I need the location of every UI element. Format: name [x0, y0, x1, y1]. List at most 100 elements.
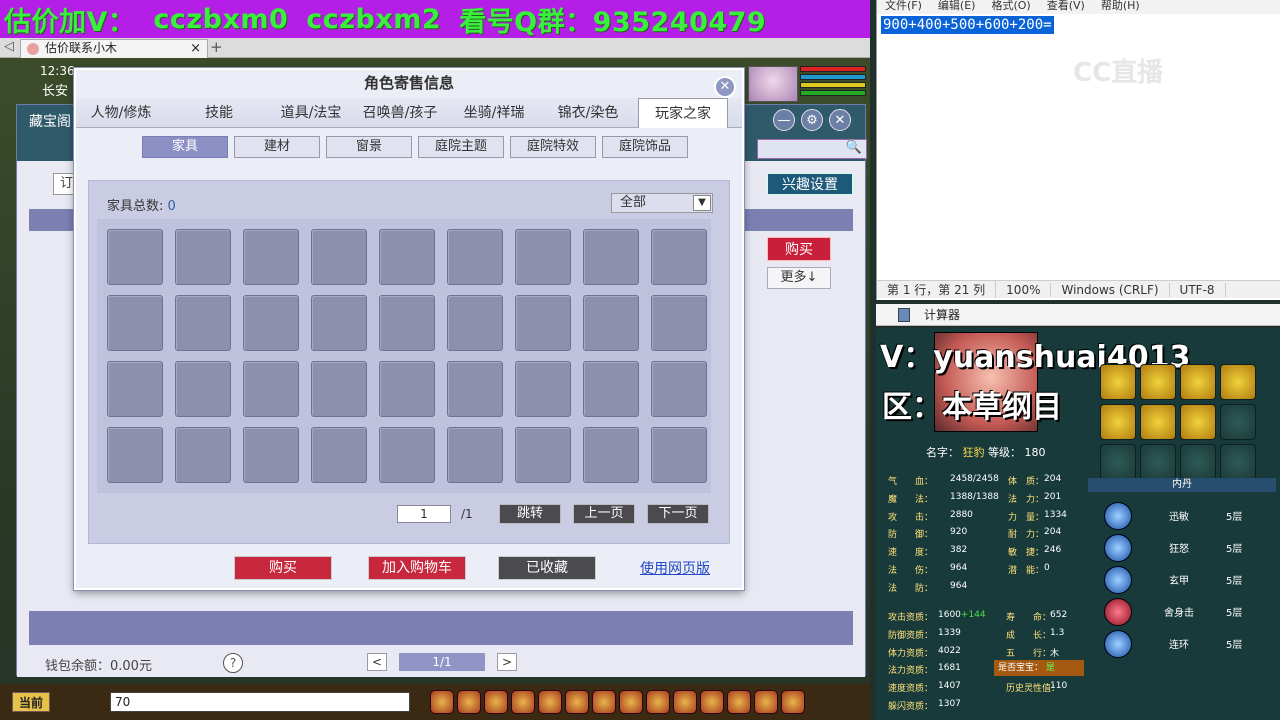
item-slot[interactable]	[243, 361, 299, 417]
shortcut-icon[interactable]	[592, 690, 616, 714]
prev-page-button[interactable]: 上一页	[573, 504, 635, 524]
tab-pets[interactable]: 召唤兽/孩子	[350, 98, 450, 128]
item-slot[interactable]	[243, 427, 299, 483]
settings-icon[interactable]: ⚙	[801, 109, 823, 131]
search-input[interactable]: 🔍	[757, 139, 867, 159]
skill-icon[interactable]	[1100, 364, 1136, 400]
page-prev-button[interactable]: <	[367, 653, 387, 671]
item-slot[interactable]	[107, 229, 163, 285]
shortcut-icon[interactable]	[538, 690, 562, 714]
search-icon[interactable]: 🔍	[846, 140, 862, 155]
browser-tab[interactable]: 估价联系小木 ×	[20, 39, 208, 58]
item-slot[interactable]	[515, 295, 571, 351]
menu-help[interactable]: 帮助(H)	[1101, 0, 1140, 14]
menu-view[interactable]: 查看(V)	[1047, 0, 1085, 14]
next-page-button[interactable]: 下一页	[647, 504, 709, 524]
channel-current-button[interactable]: 当前	[12, 692, 50, 712]
back-arrow-icon[interactable]: ◁	[4, 39, 14, 54]
close-icon[interactable]: ✕	[829, 109, 851, 131]
menu-file[interactable]: 文件(F)	[885, 0, 922, 14]
shortcut-icon[interactable]	[673, 690, 697, 714]
item-slot[interactable]	[651, 229, 707, 285]
item-slot[interactable]	[447, 229, 503, 285]
tab-items[interactable]: 道具/法宝	[272, 98, 350, 128]
neidan-orb-icon[interactable]	[1104, 533, 1132, 562]
tab-close-icon[interactable]: ×	[190, 40, 201, 57]
subtab-materials[interactable]: 建材	[234, 136, 320, 158]
item-slot[interactable]	[651, 361, 707, 417]
item-slot[interactable]	[583, 427, 639, 483]
add-to-cart-button[interactable]: 加入购物车	[368, 556, 466, 580]
skill-icon[interactable]	[1100, 404, 1136, 440]
item-slot[interactable]	[311, 229, 367, 285]
item-slot[interactable]	[175, 295, 231, 351]
item-slot[interactable]	[379, 295, 435, 351]
notepad-selected-text[interactable]: 900+400+500+600+200=	[881, 16, 1054, 34]
item-slot[interactable]	[311, 427, 367, 483]
shortcut-icon[interactable]	[727, 690, 751, 714]
neidan-orb-icon[interactable]	[1104, 629, 1132, 658]
item-slot[interactable]	[243, 295, 299, 351]
item-slot[interactable]	[175, 427, 231, 483]
subtab-furniture[interactable]: 家具	[142, 136, 228, 158]
tab-character[interactable]: 人物/修炼	[76, 98, 166, 128]
item-slot[interactable]	[447, 361, 503, 417]
skill-icon[interactable]	[1220, 364, 1256, 400]
player-portrait[interactable]	[748, 66, 798, 102]
interest-settings-button[interactable]: 兴趣设置	[767, 173, 853, 195]
item-slot[interactable]	[311, 295, 367, 351]
item-slot[interactable]	[583, 295, 639, 351]
subtab-yard-effect[interactable]: 庭院特效	[510, 136, 596, 158]
chat-input[interactable]: 70	[110, 692, 410, 712]
shortcut-icon[interactable]	[484, 690, 508, 714]
item-slot[interactable]	[447, 427, 503, 483]
shortcut-icon[interactable]	[781, 690, 805, 714]
skill-icon[interactable]	[1140, 404, 1176, 440]
tab-costumes[interactable]: 锦衣/染色	[538, 98, 638, 128]
shortcut-icon[interactable]	[430, 690, 454, 714]
shortcut-icon[interactable]	[700, 690, 724, 714]
shortcut-icon[interactable]	[754, 690, 778, 714]
subtab-window-view[interactable]: 窗景	[326, 136, 412, 158]
shortcut-icon[interactable]	[565, 690, 589, 714]
more-button[interactable]: 更多↓	[767, 267, 831, 289]
item-slot[interactable]	[107, 295, 163, 351]
item-slot[interactable]	[583, 229, 639, 285]
tab-player-home[interactable]: 玩家之家	[638, 98, 728, 128]
skill-icon[interactable]	[1180, 404, 1216, 440]
item-slot[interactable]	[379, 361, 435, 417]
shortcut-icon[interactable]	[619, 690, 643, 714]
web-version-link[interactable]: 使用网页版	[640, 558, 710, 578]
modal-close-icon[interactable]: ✕	[714, 76, 736, 98]
item-slot[interactable]	[651, 295, 707, 351]
skill-icon[interactable]	[1180, 364, 1216, 400]
menu-edit[interactable]: 编辑(E)	[938, 0, 976, 14]
buy-button-side[interactable]: 购买	[767, 237, 831, 261]
category-filter-select[interactable]: 全部 ▼	[611, 193, 713, 213]
tab-mounts[interactable]: 坐骑/祥瑞	[450, 98, 538, 128]
help-icon[interactable]: ?	[223, 653, 243, 673]
menu-format[interactable]: 格式(O)	[991, 0, 1030, 14]
item-slot[interactable]	[651, 427, 707, 483]
page-number-input[interactable]: 1	[397, 505, 451, 523]
item-slot[interactable]	[379, 229, 435, 285]
favorited-button[interactable]: 已收藏	[498, 556, 596, 580]
item-slot[interactable]	[515, 427, 571, 483]
item-slot[interactable]	[311, 361, 367, 417]
new-tab-icon[interactable]: +	[210, 38, 223, 56]
shortcut-icon[interactable]	[457, 690, 481, 714]
item-slot[interactable]	[175, 229, 231, 285]
item-slot[interactable]	[583, 361, 639, 417]
tab-skills[interactable]: 技能	[166, 98, 272, 128]
subtab-yard-theme[interactable]: 庭院主题	[418, 136, 504, 158]
chevron-down-icon[interactable]: ▼	[693, 195, 711, 211]
buy-button[interactable]: 购买	[234, 556, 332, 580]
item-slot[interactable]	[379, 427, 435, 483]
skill-icon[interactable]	[1140, 364, 1176, 400]
neidan-orb-icon[interactable]	[1104, 597, 1132, 626]
item-slot[interactable]	[243, 229, 299, 285]
item-slot[interactable]	[447, 295, 503, 351]
item-slot[interactable]	[107, 427, 163, 483]
item-slot[interactable]	[515, 361, 571, 417]
item-slot[interactable]	[107, 361, 163, 417]
